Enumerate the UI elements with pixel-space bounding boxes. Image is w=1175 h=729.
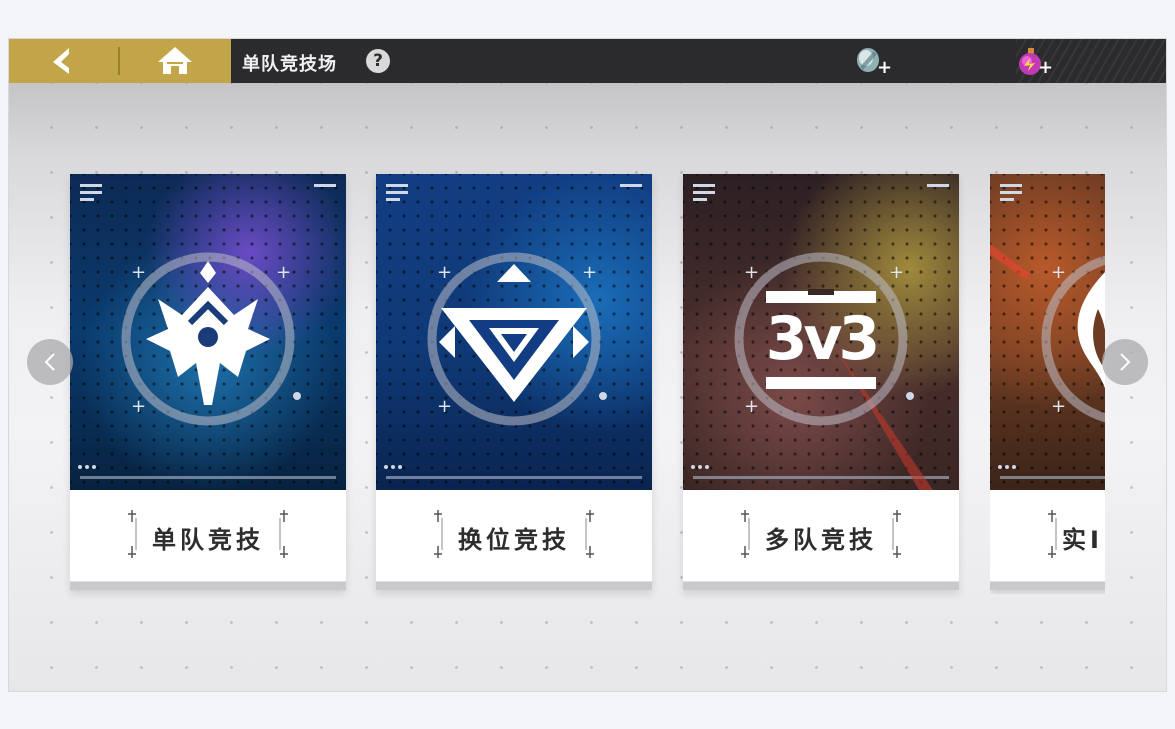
arena-screen: 单队竞技场 ? + + + + + 单队竞技 + + + 换位竞技 + + + … bbox=[9, 39, 1166, 691]
card-bottom-bar bbox=[376, 582, 652, 590]
currency-silver-gem[interactable]: + bbox=[854, 43, 894, 79]
svg-text:+: + bbox=[1051, 262, 1066, 283]
card-label-area: 多队竞技 bbox=[683, 490, 959, 590]
svg-text:+: + bbox=[889, 262, 904, 283]
card-label-area: 单队竞技 bbox=[70, 490, 346, 590]
flame-emblem-icon bbox=[1077, 272, 1105, 389]
mode-label: 换位竞技 bbox=[458, 526, 570, 554]
top-bar: 单队竞技场 ? + + bbox=[9, 39, 1166, 83]
chevron-right-icon bbox=[1120, 353, 1131, 371]
card-art: + + + bbox=[376, 174, 652, 490]
back-arrow-icon bbox=[53, 48, 71, 74]
card-bottom-bar bbox=[990, 582, 1105, 590]
svg-text:+: + bbox=[744, 262, 759, 283]
card-bottom-bar bbox=[70, 582, 346, 590]
svg-text:+: + bbox=[276, 262, 291, 283]
triangle-emblem-icon bbox=[439, 264, 589, 402]
svg-text:+: + bbox=[744, 396, 759, 417]
next-button[interactable] bbox=[1102, 339, 1148, 385]
home-button[interactable] bbox=[120, 39, 231, 83]
card-clip: + + 实I bbox=[990, 174, 1105, 594]
mode-card-multi-team[interactable]: + + + 3v3 多队竞技 bbox=[683, 174, 959, 590]
help-button[interactable]: ? bbox=[366, 49, 390, 73]
mode-card-swap[interactable]: + + + 换位竞技 bbox=[376, 174, 652, 590]
card-art: + + bbox=[990, 174, 1105, 490]
svg-text:+: + bbox=[1051, 396, 1066, 417]
home-icon bbox=[158, 47, 192, 74]
mode-card-realtime[interactable]: + + 实I bbox=[990, 174, 1105, 590]
card-art: + + + 3v3 bbox=[683, 174, 959, 490]
mode-card-single-team[interactable]: + + + 单队竞技 bbox=[70, 174, 346, 590]
mode-label: 实I bbox=[1062, 526, 1103, 554]
currency-potion-add[interactable]: + bbox=[1038, 57, 1053, 78]
page-title: 单队竞技场 bbox=[242, 54, 337, 75]
back-button[interactable] bbox=[9, 39, 120, 83]
mode-label: 多队竞技 bbox=[765, 526, 877, 554]
currency-purple-potion[interactable]: + bbox=[1015, 43, 1055, 79]
crown-emblem-icon bbox=[146, 261, 270, 405]
card-art: + + + bbox=[70, 174, 346, 490]
card-label-area: 实I bbox=[990, 490, 1105, 590]
mode-label: 单队竞技 bbox=[152, 526, 264, 554]
currency-silver-add[interactable]: + bbox=[877, 57, 892, 78]
card-bottom-bar bbox=[683, 582, 959, 590]
chevron-left-icon bbox=[44, 353, 55, 371]
3v3-emblem-text: 3v3 bbox=[765, 304, 881, 374]
card-label-area: 换位竞技 bbox=[376, 490, 652, 590]
3v3-emblem-icon: 3v3 bbox=[752, 289, 890, 391]
prev-button[interactable] bbox=[27, 339, 73, 385]
